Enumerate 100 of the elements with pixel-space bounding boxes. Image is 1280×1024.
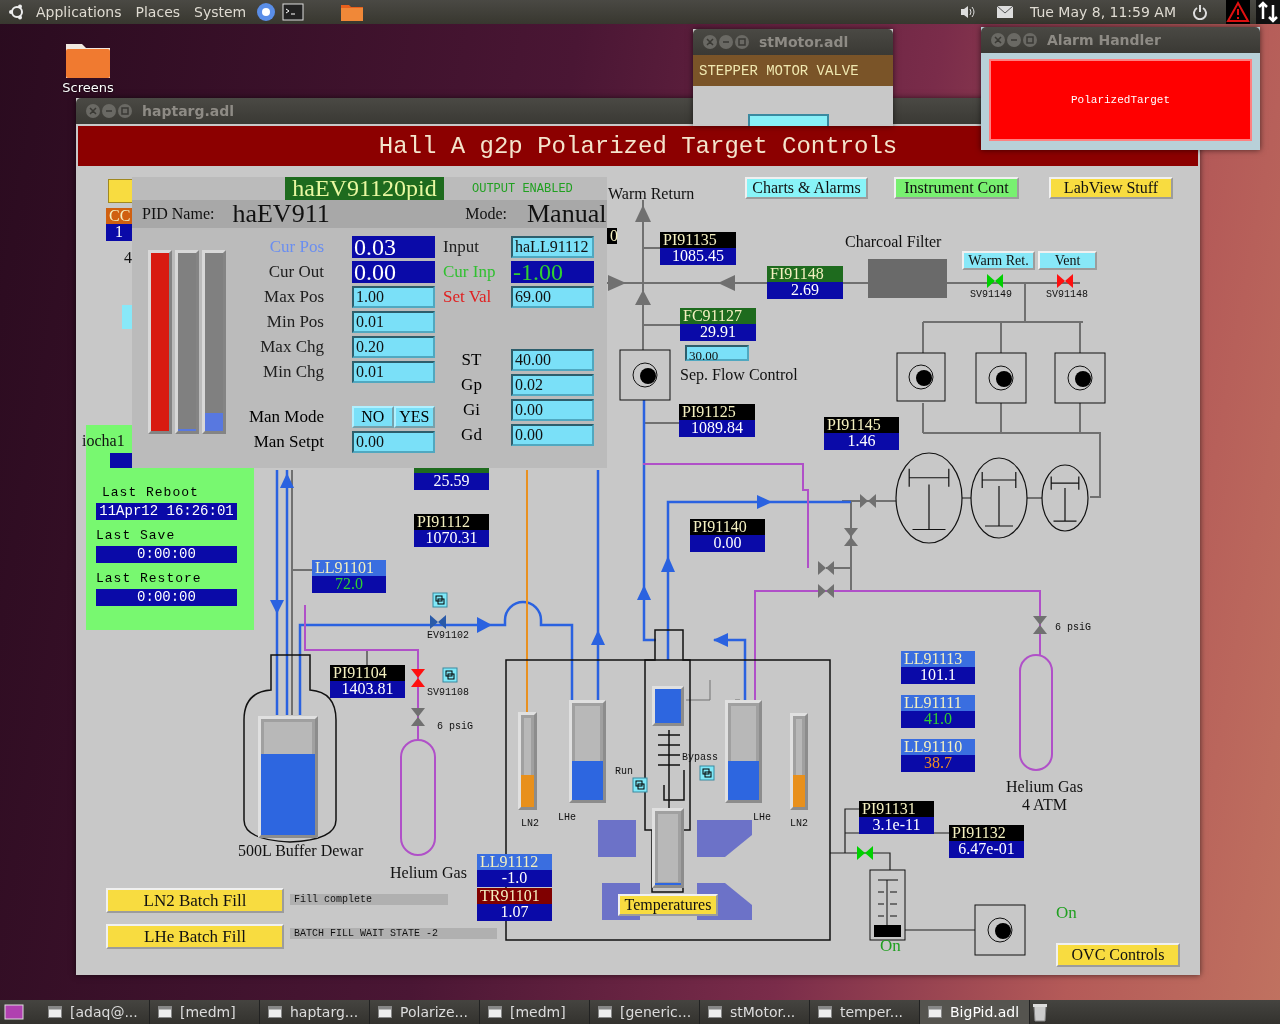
status-label: Last Save — [96, 528, 176, 543]
taskbar-item[interactable]: [generic... — [590, 1000, 700, 1024]
mail-icon[interactable] — [996, 5, 1014, 19]
valve-icon[interactable] — [411, 708, 425, 726]
terminal-icon[interactable] — [282, 3, 305, 21]
pump-icon — [974, 904, 1026, 956]
control-button-icon[interactable] — [442, 667, 458, 683]
diagram-label: Helium Gas — [1006, 778, 1083, 796]
nav-button[interactable]: LN2 Batch Fill — [106, 888, 284, 913]
menu-item[interactable]: Applications — [32, 4, 126, 20]
input-field[interactable]: 0.00 — [511, 424, 594, 446]
choice-button[interactable]: NO — [352, 406, 394, 428]
pump-icon — [896, 352, 946, 402]
input-field[interactable]: 40.00 — [511, 349, 594, 371]
window-controls-icon[interactable] — [991, 33, 1037, 47]
nav-button[interactable]: Temperatures — [618, 894, 718, 916]
menu-item[interactable]: System — [190, 4, 251, 20]
taskbar-item[interactable]: [medm] — [480, 1000, 590, 1024]
nav-button[interactable]: LabView Stuff — [1049, 177, 1173, 199]
display-button[interactable] — [108, 179, 134, 203]
taskbar-item[interactable]: Polarize... — [370, 1000, 480, 1024]
desktop-icon-label[interactable]: Screens — [62, 80, 114, 95]
flow-arrow-icon — [661, 556, 675, 572]
warning-icon[interactable] — [1226, 0, 1250, 24]
clock[interactable]: Tue May 8, 11:59 AM — [1030, 4, 1176, 20]
readout-value: 1089.84 — [679, 420, 755, 437]
alarm-button[interactable]: PolarizedTarget — [989, 59, 1252, 141]
network-icon[interactable] — [1256, 0, 1280, 24]
input-field[interactable]: haLL91112 — [511, 236, 594, 258]
control-button-icon[interactable] — [699, 765, 715, 781]
taskbar-item[interactable]: [adaq@... — [40, 1000, 150, 1024]
flow-arrow-icon — [591, 630, 605, 645]
nav-button[interactable]: OVC Controls — [1056, 943, 1180, 967]
taskbar-item[interactable]: haptarg... — [260, 1000, 370, 1024]
menu-item[interactable]: Places — [131, 4, 185, 20]
readout-tag: TR91101 — [477, 888, 552, 904]
readout-value: 1070.31 — [414, 530, 489, 547]
readout-tag: LL91111 — [901, 695, 975, 711]
input-field[interactable]: 0.00 — [352, 431, 435, 453]
diagram-label: 6 psiG — [437, 721, 473, 732]
input-field[interactable]: 0.02 — [511, 374, 594, 396]
taskbar-item[interactable]: BigPid.adl — [920, 1000, 1030, 1024]
window-controls-icon[interactable] — [86, 104, 132, 118]
taskbar-item[interactable]: [medm] — [150, 1000, 260, 1024]
logo-icon[interactable] — [8, 3, 26, 21]
readout-value: 25.59 — [414, 473, 489, 490]
value-field[interactable] — [748, 114, 829, 126]
readout-value: 0.00 — [690, 535, 765, 552]
readout-tag: PI91145 — [824, 417, 899, 433]
window-title: haptarg.adl — [142, 103, 235, 119]
nav-button[interactable]: Vent — [1038, 251, 1097, 270]
setpoint-field[interactable]: 30.00 — [685, 345, 749, 361]
value-display — [110, 453, 132, 468]
control-button-icon[interactable] — [632, 777, 648, 793]
trash-icon[interactable] — [1030, 1002, 1050, 1022]
control-button-icon[interactable] — [432, 592, 448, 608]
field-label: Cur Pos — [268, 237, 324, 257]
diagram-label: Sep. Flow Control — [680, 366, 798, 384]
status-value: 0:00:00 — [96, 546, 237, 563]
readout-tag: LL91113 — [901, 651, 975, 667]
valve-icon[interactable] — [430, 615, 446, 629]
taskbar-item[interactable]: stMotor... — [700, 1000, 810, 1024]
valve-icon[interactable] — [987, 274, 1003, 288]
readout-tag: LL91101 — [312, 560, 386, 576]
input-field[interactable]: 0.01 — [352, 361, 435, 383]
pump-icon — [975, 352, 1027, 404]
power-icon[interactable] — [1192, 4, 1208, 20]
readout-tag: CC — [106, 208, 132, 224]
speaker-icon[interactable] — [960, 4, 976, 20]
diagram-label: On — [1056, 903, 1077, 923]
nav-button[interactable]: LHe Batch Fill — [106, 924, 284, 949]
choice-button[interactable]: YES — [393, 406, 435, 428]
input-field[interactable]: 0.00 — [511, 399, 594, 421]
field-label: Mode: — [465, 205, 507, 223]
readout-value: 101.1 — [901, 667, 975, 684]
valve-icon[interactable] — [860, 494, 876, 508]
valve-icon[interactable] — [818, 584, 834, 598]
valve-icon[interactable] — [818, 561, 834, 575]
window-title: Alarm Handler — [1047, 32, 1161, 48]
valve-icon[interactable] — [1033, 616, 1047, 634]
input-field[interactable]: 0.01 — [352, 311, 435, 333]
nav-button[interactable]: Charts & Alarms — [745, 177, 868, 199]
input-field[interactable]: 1.00 — [352, 286, 435, 308]
valve-icon[interactable] — [1057, 274, 1073, 288]
nav-button[interactable]: Instrument Cont — [894, 177, 1019, 199]
browser-icon[interactable] — [256, 2, 277, 22]
valve-icon[interactable] — [411, 669, 425, 687]
window-icon — [378, 1006, 392, 1018]
input-field[interactable]: 0.20 — [352, 336, 435, 358]
diagram-label: Charcoal Filter — [845, 233, 942, 251]
valve-label: SV91108 — [427, 687, 469, 698]
window-controls-icon[interactable] — [703, 35, 749, 49]
diagram-label: 6 psiG — [1055, 622, 1091, 633]
status-label: Last Restore — [96, 571, 202, 586]
readout-value: 2.69 — [767, 282, 843, 299]
status-label: Last Reboot — [102, 485, 199, 500]
valve-icon[interactable] — [844, 528, 858, 546]
window-icon — [928, 1006, 942, 1018]
nav-button[interactable]: Warm Ret. — [962, 251, 1035, 270]
input-field[interactable]: 69.00 — [511, 286, 594, 308]
